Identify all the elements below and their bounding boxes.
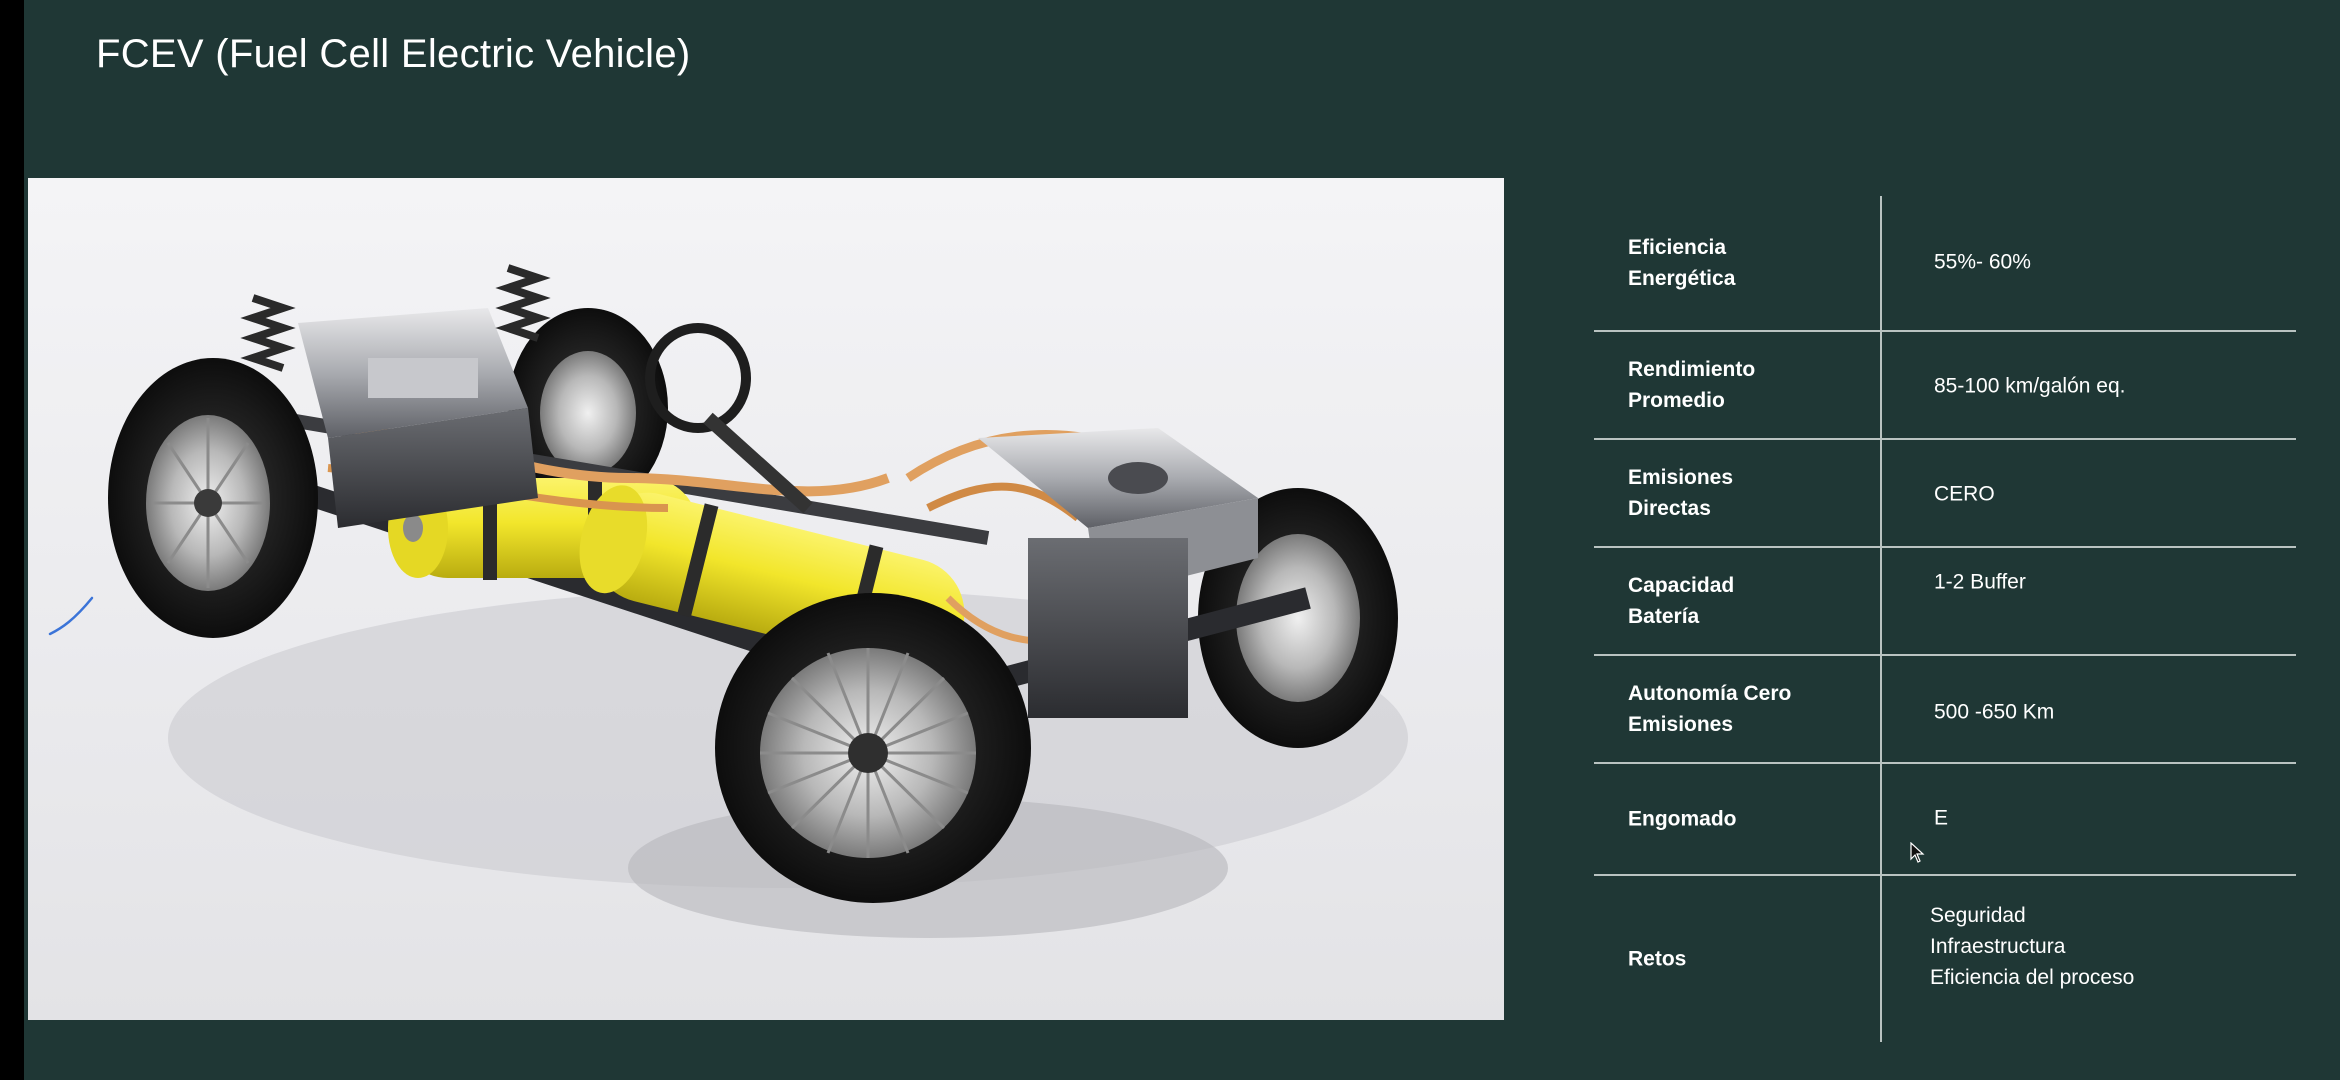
specifications-table: Eficiencia Energética 55%- 60% Rendimien…	[1568, 196, 2298, 1042]
screen: FCEV (Fuel Cell Electric Vehicle) Eficie…	[0, 0, 2340, 1080]
chassis-illustration	[108, 264, 1408, 938]
mouse-pointer-icon	[1910, 842, 1925, 863]
pen-annotation-stroke	[48, 596, 94, 636]
table-row: Eficiencia Energética 55%- 60%	[1594, 196, 2296, 332]
spec-label: Engomado	[1628, 807, 1737, 831]
table-row: Capacidad Batería 1-2 Buffer	[1594, 548, 2296, 656]
presentation-slide: FCEV (Fuel Cell Electric Vehicle) Eficie…	[24, 0, 2340, 1080]
spec-value-item: Seguridad	[1930, 904, 2026, 927]
spec-value: 55%- 60%	[1934, 250, 2031, 274]
spec-label: Eficiencia Energética	[1628, 236, 1736, 290]
spec-value: CERO	[1934, 482, 1995, 506]
spec-label: Capacidad Batería	[1628, 574, 1735, 628]
spec-value-item: Eficiencia del proceso	[1930, 966, 2135, 989]
table-row: Emisiones Directas CERO	[1594, 440, 2296, 548]
table-row: Rendimiento Promedio 85-100 km/galón eq.	[1594, 332, 2296, 440]
spec-value-list: Seguridad Infraestructura Eficiencia del…	[1930, 900, 2290, 993]
spec-value: E	[1934, 806, 1949, 830]
spec-value-item: Infraestructura	[1930, 935, 2066, 958]
spec-value: 1-2 Buffer	[1934, 570, 2026, 594]
spec-label: Rendimiento Promedio	[1628, 358, 1756, 412]
spec-label: Autonomía Cero Emisiones	[1628, 682, 1792, 736]
spec-label: Retos	[1628, 947, 1687, 971]
spec-value: 500 -650 Km	[1934, 700, 2055, 724]
table-row: Retos Seguridad Infraestructura Eficienc…	[1594, 876, 2296, 1042]
table-row: Engomado E	[1594, 764, 2296, 876]
table-row: Autonomía Cero Emisiones 500 -650 Km	[1594, 656, 2296, 764]
spec-label: Emisiones Directas	[1628, 466, 1734, 520]
slide-title: FCEV (Fuel Cell Electric Vehicle)	[96, 32, 691, 76]
spec-value: 85-100 km/galón eq.	[1934, 374, 2126, 398]
vehicle-chassis-image	[28, 178, 1504, 1020]
